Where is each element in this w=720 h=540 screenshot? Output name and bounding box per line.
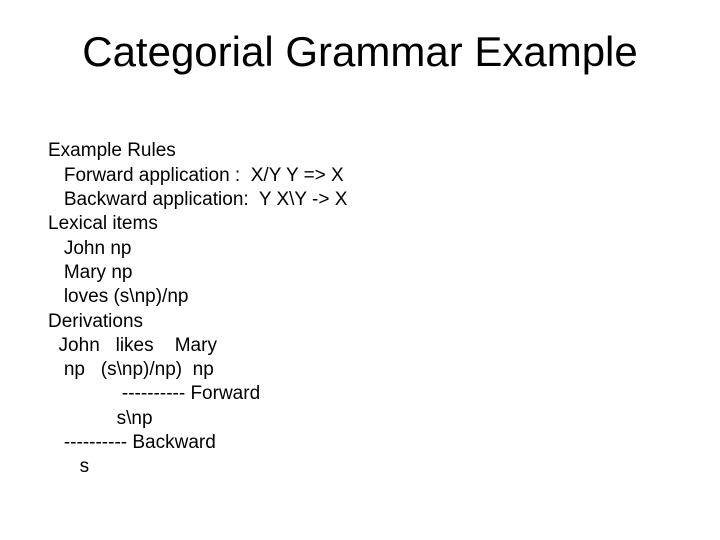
text-line: Lexical items [48, 213, 158, 234]
text-line: Mary np [48, 262, 132, 283]
slide-body: Example Rules Forward application : X/Y … [48, 115, 347, 480]
text-line: loves (s\np)/np [48, 286, 188, 307]
text-line: John np [48, 238, 131, 259]
slide-title: Categorial Grammar Example [0, 28, 720, 76]
text-line: s [48, 456, 89, 477]
text-line: np (s\np)/np) np [48, 359, 214, 380]
text-line: ---------- Backward [48, 432, 216, 453]
text-line: Example Rules [48, 140, 176, 161]
text-line: s\np [48, 408, 153, 429]
text-line: Derivations [48, 311, 143, 332]
text-line: Backward application: Y X\Y -> X [48, 189, 347, 210]
text-line: ---------- Forward [48, 383, 260, 404]
text-line: Forward application : X/Y Y => X [48, 165, 344, 186]
slide: Categorial Grammar Example Example Rules… [0, 0, 720, 540]
text-line: John likes Mary [48, 335, 217, 356]
